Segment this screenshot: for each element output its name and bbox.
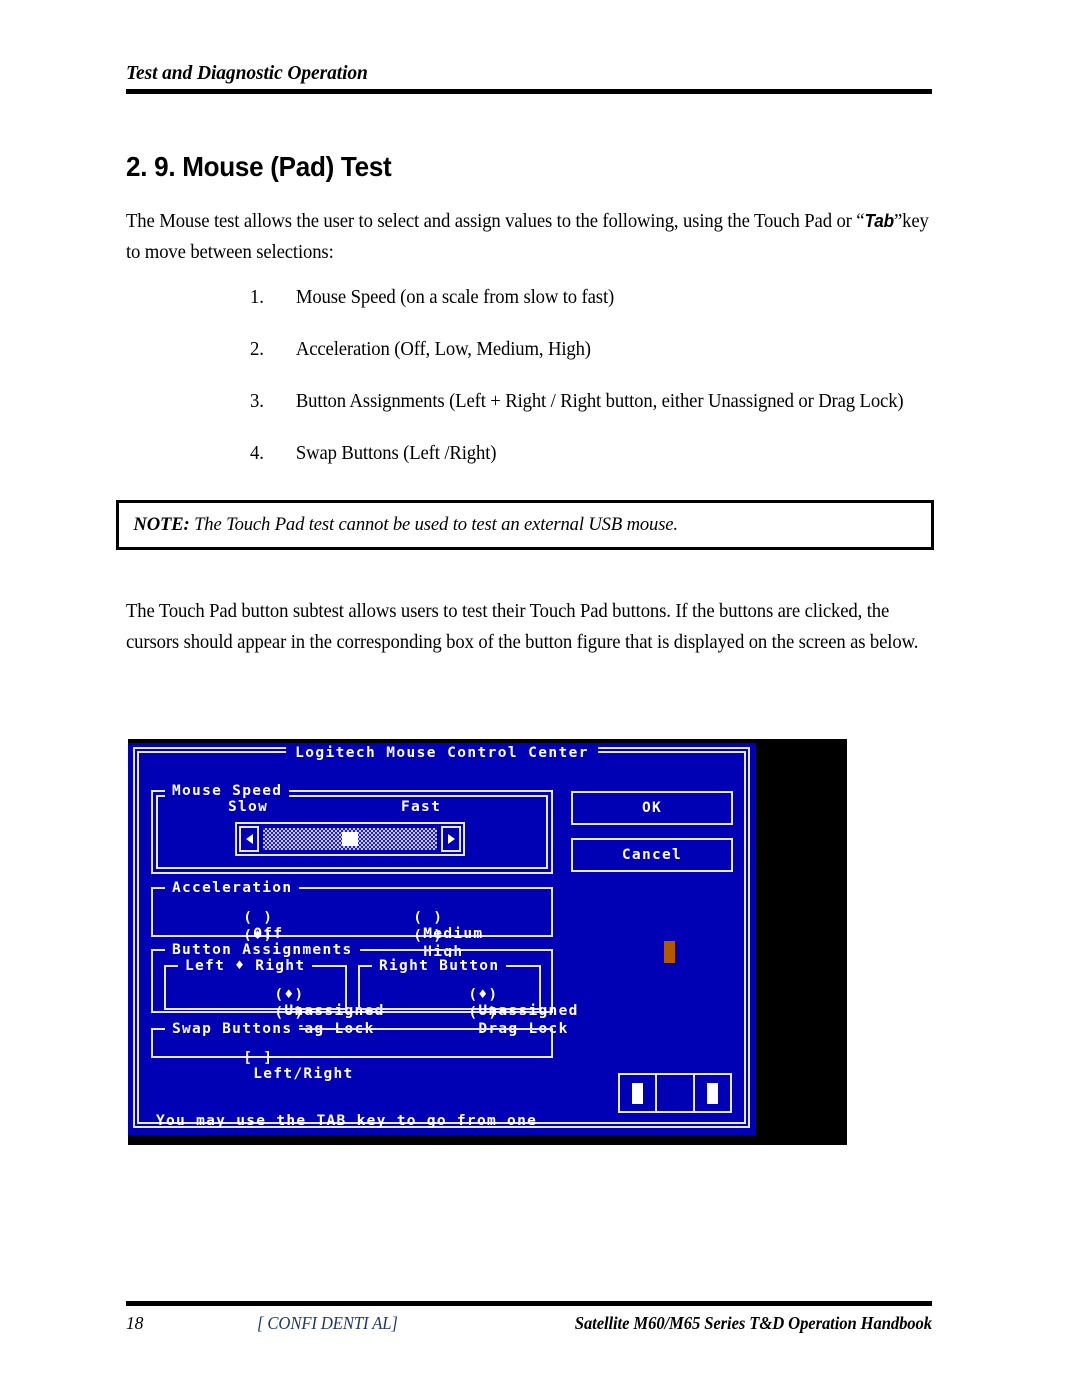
tab-keyword: Tab [864,211,894,231]
acceleration-group: Acceleration ( ) Off ( ) Medium (♦) Low … [151,879,553,960]
mouse-speed-group: Mouse Speed Slow Fast [151,782,553,874]
radio-marker: ( ) [468,1005,499,1021]
right-button-group: Right Button (♦) Unassigned ( ) Drag Loc… [358,957,577,1037]
page-number: 18 [126,1313,144,1333]
right-arrow-icon[interactable] [441,826,461,852]
quote-close: ” [893,211,903,232]
slider-slow-label: Slow [228,799,269,815]
list-item-number: 4. [250,443,264,464]
note-text: The Touch Pad test cannot be used to tes… [194,514,678,535]
note-callout: NOTE: The Touch Pad test cannot be used … [116,500,934,550]
swap-buttons-group: Swap Buttons [ ] Left/Right [151,1020,553,1082]
left-arrow-icon[interactable] [239,826,259,852]
help-text: You may use the TAB key to go from one b… [156,1076,557,1220]
handbook-title: Satellite M60/M65 Series T&D Operation H… [574,1313,932,1333]
list-item-number: 2. [250,339,264,360]
right-button-box[interactable] [692,1073,732,1113]
subtest-paragraph: The Touch Pad button subtest allows user… [126,601,919,653]
help-text-line-1: You may use the TAB key to go from one [156,1113,538,1129]
help-text-line-2: button to the next, and ENTER to select. [156,1167,558,1183]
dialog-title: Logitech Mouse Control Center [286,745,598,762]
left-button-box[interactable] [618,1073,658,1113]
middle-button-box[interactable] [655,1073,695,1113]
list-item: 1. Mouse Speed (on a scale from slow to … [250,283,938,312]
orange-cursor-block [664,941,675,963]
list-item-label: Button Assignments (Left + Right / Right… [295,391,904,412]
running-header-title: Test and Diagnostic Operation [126,63,368,84]
feature-list: 1. Mouse Speed (on a scale from slow to … [250,283,970,491]
slider-thumb[interactable] [342,832,358,846]
confidential-marking: [ CONFI DENTI AL] [257,1313,398,1333]
radio-marker: ( ) [413,928,444,944]
list-item-number: 3. [250,391,264,412]
ok-button[interactable]: OK [571,791,733,825]
footer-rule [126,1301,932,1306]
list-item: 3. Button Assignments (Left + Right / Ri… [250,387,926,416]
page-title: 2. 9. Mouse (Pad) Test [126,150,392,182]
list-item-label: Mouse Speed (on a scale from slow to fas… [295,287,615,308]
slider-fast-label: Fast [401,799,442,815]
list-item: 2. Acceleration (Off, Low, Medium, High) [250,335,938,364]
list-item-label: Acceleration (Off, Low, Medium, High) [295,339,591,360]
left-button-cursor-icon [632,1082,644,1104]
radio-marker: ( ) [274,1005,305,1021]
note-label: NOTE: [133,514,190,535]
button-assignments-group: Button Assignments Left ♦ Right (♦) Unas… [151,941,577,1037]
logitech-mouse-control-center-dialog: Logitech Mouse Control Center Mouse Spee… [128,743,756,1183]
slider-track[interactable] [263,828,437,850]
note-content: NOTE: The Touch Pad test cannot be used … [119,503,899,536]
header-rule [126,89,932,94]
page-header: Test and Diagnostic Operation [126,62,932,94]
list-item: 4. Swap Buttons (Left /Right) [250,439,938,468]
left-plus-right-group: Left ♦ Right (♦) Unassigned ( ) Drag Loc… [164,957,383,1037]
checkbox-marker: [ ] [243,1050,274,1066]
list-item-number: 1. [250,287,264,308]
cancel-button[interactable]: Cancel [571,838,733,872]
right-button-cursor-icon [706,1082,718,1104]
mouse-speed-slider[interactable] [235,822,465,856]
mouse-button-figure [618,1073,736,1113]
dos-screenshot-figure: Logitech Mouse Control Center Mouse Spee… [128,739,847,1183]
page-footer: 18 [ CONFI DENTI AL] Satellite M60/M65 S… [126,1301,932,1339]
footer-row: 18 [ CONFI DENTI AL] Satellite M60/M65 S… [126,1313,932,1339]
intro-paragraph: The Mouse test allows the user to select… [126,206,933,268]
list-item-label: Swap Buttons (Left /Right) [295,443,497,464]
intro-line-1: The Mouse test allows the user to select… [126,211,852,232]
